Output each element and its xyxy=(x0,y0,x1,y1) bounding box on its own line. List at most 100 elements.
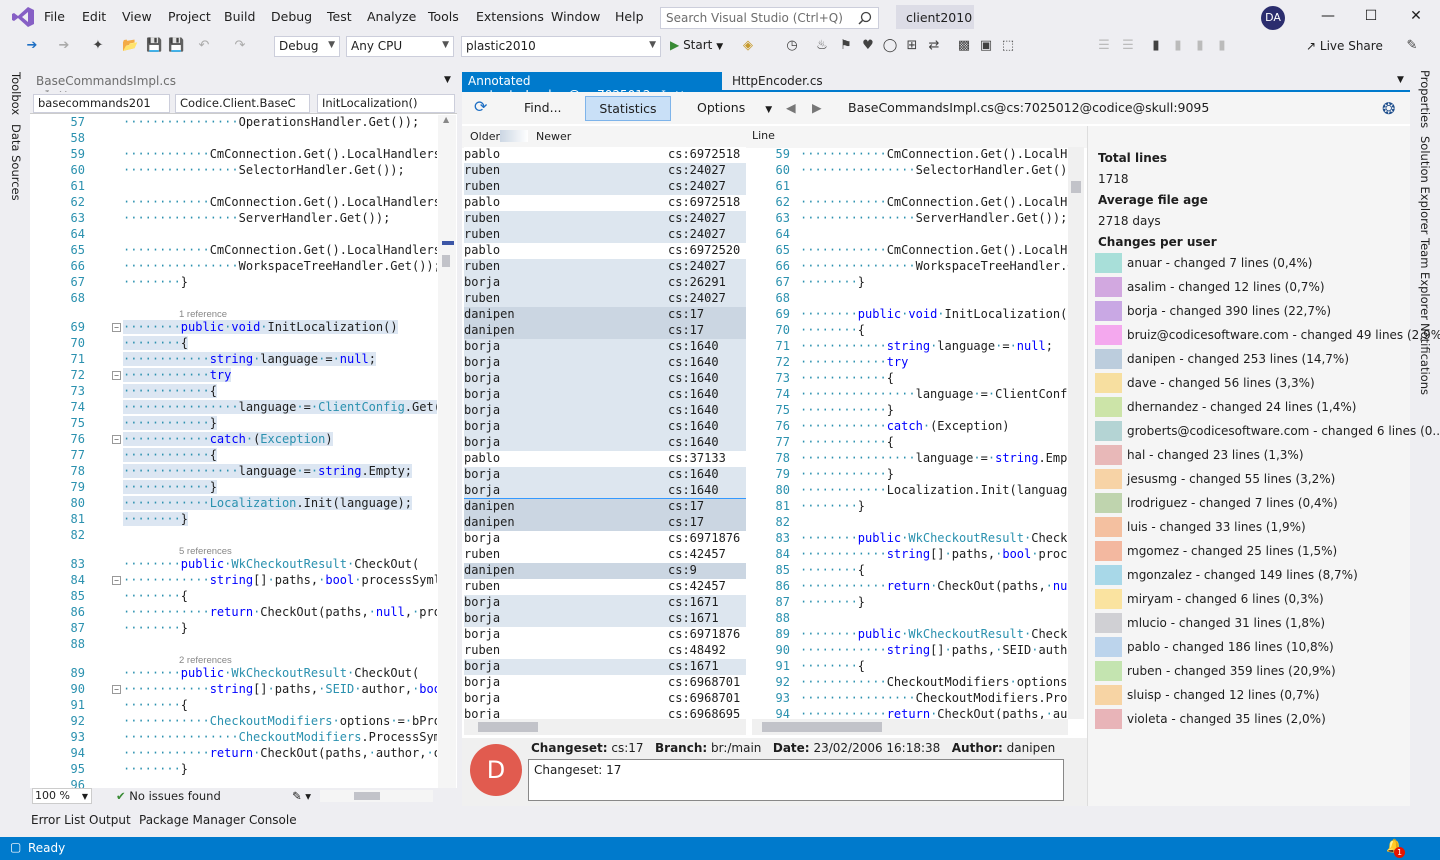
code-line[interactable]: ············CmConnection.Get().LocalHand… xyxy=(123,195,437,209)
blame-row[interactable]: danipen cs:9 xyxy=(464,563,746,579)
code-line[interactable]: ············} xyxy=(800,403,894,417)
blame-row[interactable]: ruben cs:24027 xyxy=(464,227,746,243)
code-line[interactable]: ················OperationsHandler.Get())… xyxy=(123,115,419,129)
attach-icon[interactable]: ◈ xyxy=(740,38,756,54)
solution-explorer-tab[interactable]: Solution Explorer xyxy=(1418,136,1432,234)
code-line[interactable]: ········public·WkCheckoutResult·CheckOu xyxy=(800,531,1070,545)
settings-wheel-icon[interactable]: ❂ xyxy=(1380,96,1397,121)
code-line[interactable]: ············catch·(Exception) xyxy=(800,419,1010,433)
open-icon[interactable]: 📂 xyxy=(122,38,138,54)
code-line[interactable]: ········} xyxy=(123,275,188,289)
user-change-row[interactable]: dave - changed 56 lines (3,3%) xyxy=(1095,373,1407,393)
user-change-row[interactable]: asalim - changed 12 lines (0,7%) xyxy=(1095,277,1407,297)
blame-row[interactable]: pablo cs:6972520 xyxy=(464,243,746,259)
code-line[interactable]: ········{ xyxy=(123,698,188,712)
code-line[interactable]: ············Localization.Init(language xyxy=(800,483,1070,497)
blame-row[interactable]: borja cs:1640 xyxy=(464,419,746,435)
code-line[interactable]: ················SelectorHandler.Get()); xyxy=(123,163,405,177)
blame-row[interactable]: ruben cs:24027 xyxy=(464,179,746,195)
blame-row[interactable]: borja cs:1640 xyxy=(464,467,746,483)
clock-icon[interactable]: ◯ xyxy=(882,38,898,54)
code-line[interactable]: ············CmConnection.Get().LocalHar xyxy=(800,243,1070,257)
code-line[interactable]: ········public·void·InitLocalization() xyxy=(123,320,398,334)
code-line[interactable]: ············string·language·=·null; xyxy=(800,339,1053,353)
user-change-row[interactable]: groberts@codicesoftware.com - changed 6 … xyxy=(1095,421,1440,441)
blame-row[interactable]: ruben cs:42457 xyxy=(464,547,746,563)
user-change-row[interactable]: ruben - changed 359 lines (20,9%) xyxy=(1095,661,1407,681)
brush-icon[interactable]: ✎ ▾ xyxy=(292,789,311,803)
code-line[interactable]: ············CmConnection.Get().LocalHand… xyxy=(123,243,437,257)
blame-row[interactable]: borja cs:1640 xyxy=(464,435,746,451)
code-line[interactable]: ················language·=·string.Empty xyxy=(800,451,1070,465)
code-line[interactable]: ················CheckoutModifiers.Proces… xyxy=(123,730,437,744)
user-change-row[interactable]: jesusmg - changed 55 lines (3,2%) xyxy=(1095,469,1407,489)
configuration-select[interactable]: Debug ▼ xyxy=(274,36,340,57)
code-line[interactable]: ············string·language·=·null; xyxy=(123,352,376,366)
code-line[interactable]: ········{ xyxy=(123,589,188,603)
code-line[interactable]: ············return·CheckOut(paths,·nul xyxy=(800,579,1070,593)
menu-project[interactable]: Project xyxy=(168,9,211,24)
start-button[interactable]: ▶ Start ▼ xyxy=(670,38,723,52)
blame-row[interactable]: borja cs:1640 xyxy=(464,387,746,403)
properties-tab[interactable]: Properties xyxy=(1418,70,1432,128)
code-line[interactable]: ········} xyxy=(800,595,865,609)
user-change-row[interactable]: bruiz@codicesoftware.com - changed 49 li… xyxy=(1095,325,1440,345)
annotated-code-column[interactable]: 59 ············CmConnection.Get().LocalHa… xyxy=(750,147,1070,787)
clear-bookmarks-icon[interactable]: ▮ xyxy=(1214,38,1230,54)
code-line[interactable]: ············{ xyxy=(800,435,894,449)
blame-row[interactable]: borja cs:6968701 xyxy=(464,675,746,691)
code-line[interactable]: ············CmConnection.Get().LocalHar xyxy=(800,147,1070,161)
user-change-row[interactable]: luis - changed 33 lines (1,9%) xyxy=(1095,517,1407,537)
select-icon[interactable]: ⬚ xyxy=(1000,38,1016,54)
code-text-area[interactable]: 57 ················OperationsHandler.Get(… xyxy=(30,115,437,791)
menu-test[interactable]: Test xyxy=(327,9,352,24)
code-line[interactable]: ················language·=·ClientConfig.… xyxy=(123,400,437,414)
code-line[interactable]: ············return·CheckOut(paths,·autho… xyxy=(123,746,437,760)
code-line[interactable]: ········{ xyxy=(800,659,865,673)
code-line[interactable]: ············string[]·paths,·bool·process… xyxy=(123,573,437,587)
code-line[interactable]: ············} xyxy=(123,480,217,494)
editor-vertical-scrollbar[interactable]: ▲ xyxy=(438,115,456,791)
menu-analyze[interactable]: Analyze xyxy=(367,9,416,24)
outdent-icon[interactable]: ☰ xyxy=(1120,38,1136,54)
member-nav-select[interactable]: InitLocalization() xyxy=(317,94,455,113)
code-line[interactable]: ········public·void·InitLocalization() xyxy=(800,307,1070,321)
blame-row[interactable]: danipen cs:17 xyxy=(464,515,746,531)
code-line[interactable]: ················WorkspaceTreeHandler.Get… xyxy=(123,259,437,273)
blame-row[interactable]: borja cs:1671 xyxy=(464,659,746,675)
code-line[interactable]: ············return·CheckOut(paths,·null,… xyxy=(123,605,437,619)
menu-build[interactable]: Build xyxy=(224,9,255,24)
blame-row[interactable]: ruben cs:48492 xyxy=(464,643,746,659)
swap-icon[interactable]: ⇄ xyxy=(926,38,942,54)
code-line[interactable]: ················language·=·string.Empty; xyxy=(123,464,413,478)
code-line[interactable]: ············{ xyxy=(123,384,217,398)
code-line[interactable]: ············Localization.Init(language); xyxy=(123,496,412,510)
collapse-icon[interactable]: − xyxy=(112,435,121,444)
user-change-row[interactable]: borja - changed 390 lines (22,7%) xyxy=(1095,301,1407,321)
code-line[interactable]: ········} xyxy=(800,275,865,289)
code-line[interactable]: ················ServerHandler.Get()); xyxy=(800,211,1067,225)
statistics-button[interactable]: Statistics xyxy=(585,96,671,121)
bookmark-icon[interactable]: ▮ xyxy=(1148,38,1164,54)
code-line[interactable]: ············{ xyxy=(800,371,894,385)
blame-row[interactable]: ruben cs:42457 xyxy=(464,579,746,595)
data-sources-tab[interactable]: Data Sources xyxy=(9,124,23,201)
merge-icon[interactable]: ⊞ xyxy=(904,38,920,54)
menu-window[interactable]: Window xyxy=(551,9,600,24)
refresh-icon[interactable]: ⟳ xyxy=(470,96,491,121)
menu-help[interactable]: Help xyxy=(615,9,644,24)
code-line[interactable]: ················ServerHandler.Get()); xyxy=(123,211,390,225)
menu-view[interactable]: View xyxy=(122,9,152,24)
workspace-icon[interactable]: ▩ xyxy=(956,38,972,54)
undo-icon[interactable]: ↶ xyxy=(196,38,212,54)
no-issues-indicator[interactable]: ✔ No issues found xyxy=(116,789,221,803)
code-line[interactable]: ········{ xyxy=(800,323,865,337)
blame-row[interactable]: borja cs:26291 xyxy=(464,275,746,291)
user-change-row[interactable]: miryam - changed 6 lines (0,3%) xyxy=(1095,589,1407,609)
editor-horizontal-scrollbar[interactable] xyxy=(320,790,433,802)
code-line[interactable]: ············string[]·paths,·SEID·author xyxy=(800,643,1070,657)
tab-error-list[interactable]: Error List xyxy=(31,813,85,827)
code-line[interactable]: ········} xyxy=(123,762,188,776)
blame-row[interactable]: borja cs:6971876 xyxy=(464,627,746,643)
reference-count[interactable]: 1 reference xyxy=(179,309,227,320)
